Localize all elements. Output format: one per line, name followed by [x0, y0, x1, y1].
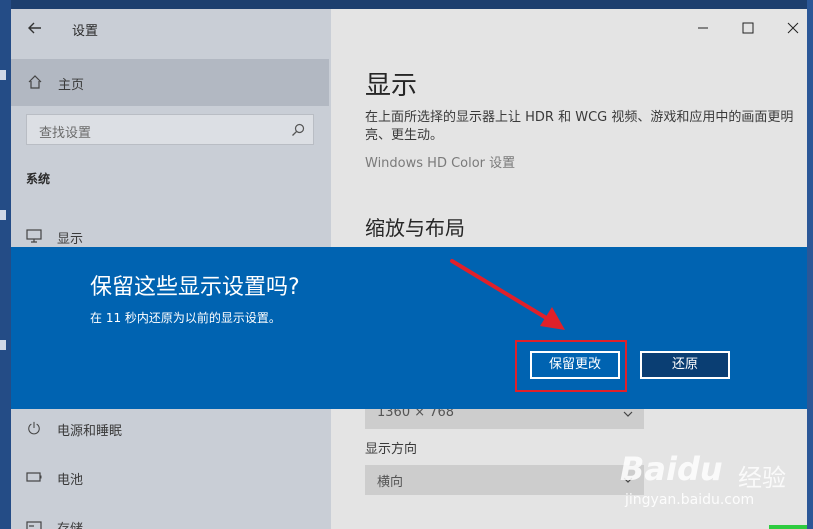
watermark-name: 经验 [738, 464, 786, 492]
baidu-watermark: Baidu 经验 jingyan.baidu.com [620, 450, 810, 520]
watermark-brand: Baidu [620, 450, 723, 488]
watermark-url: jingyan.baidu.com [625, 492, 755, 508]
taskbar-indicator [769, 525, 807, 529]
